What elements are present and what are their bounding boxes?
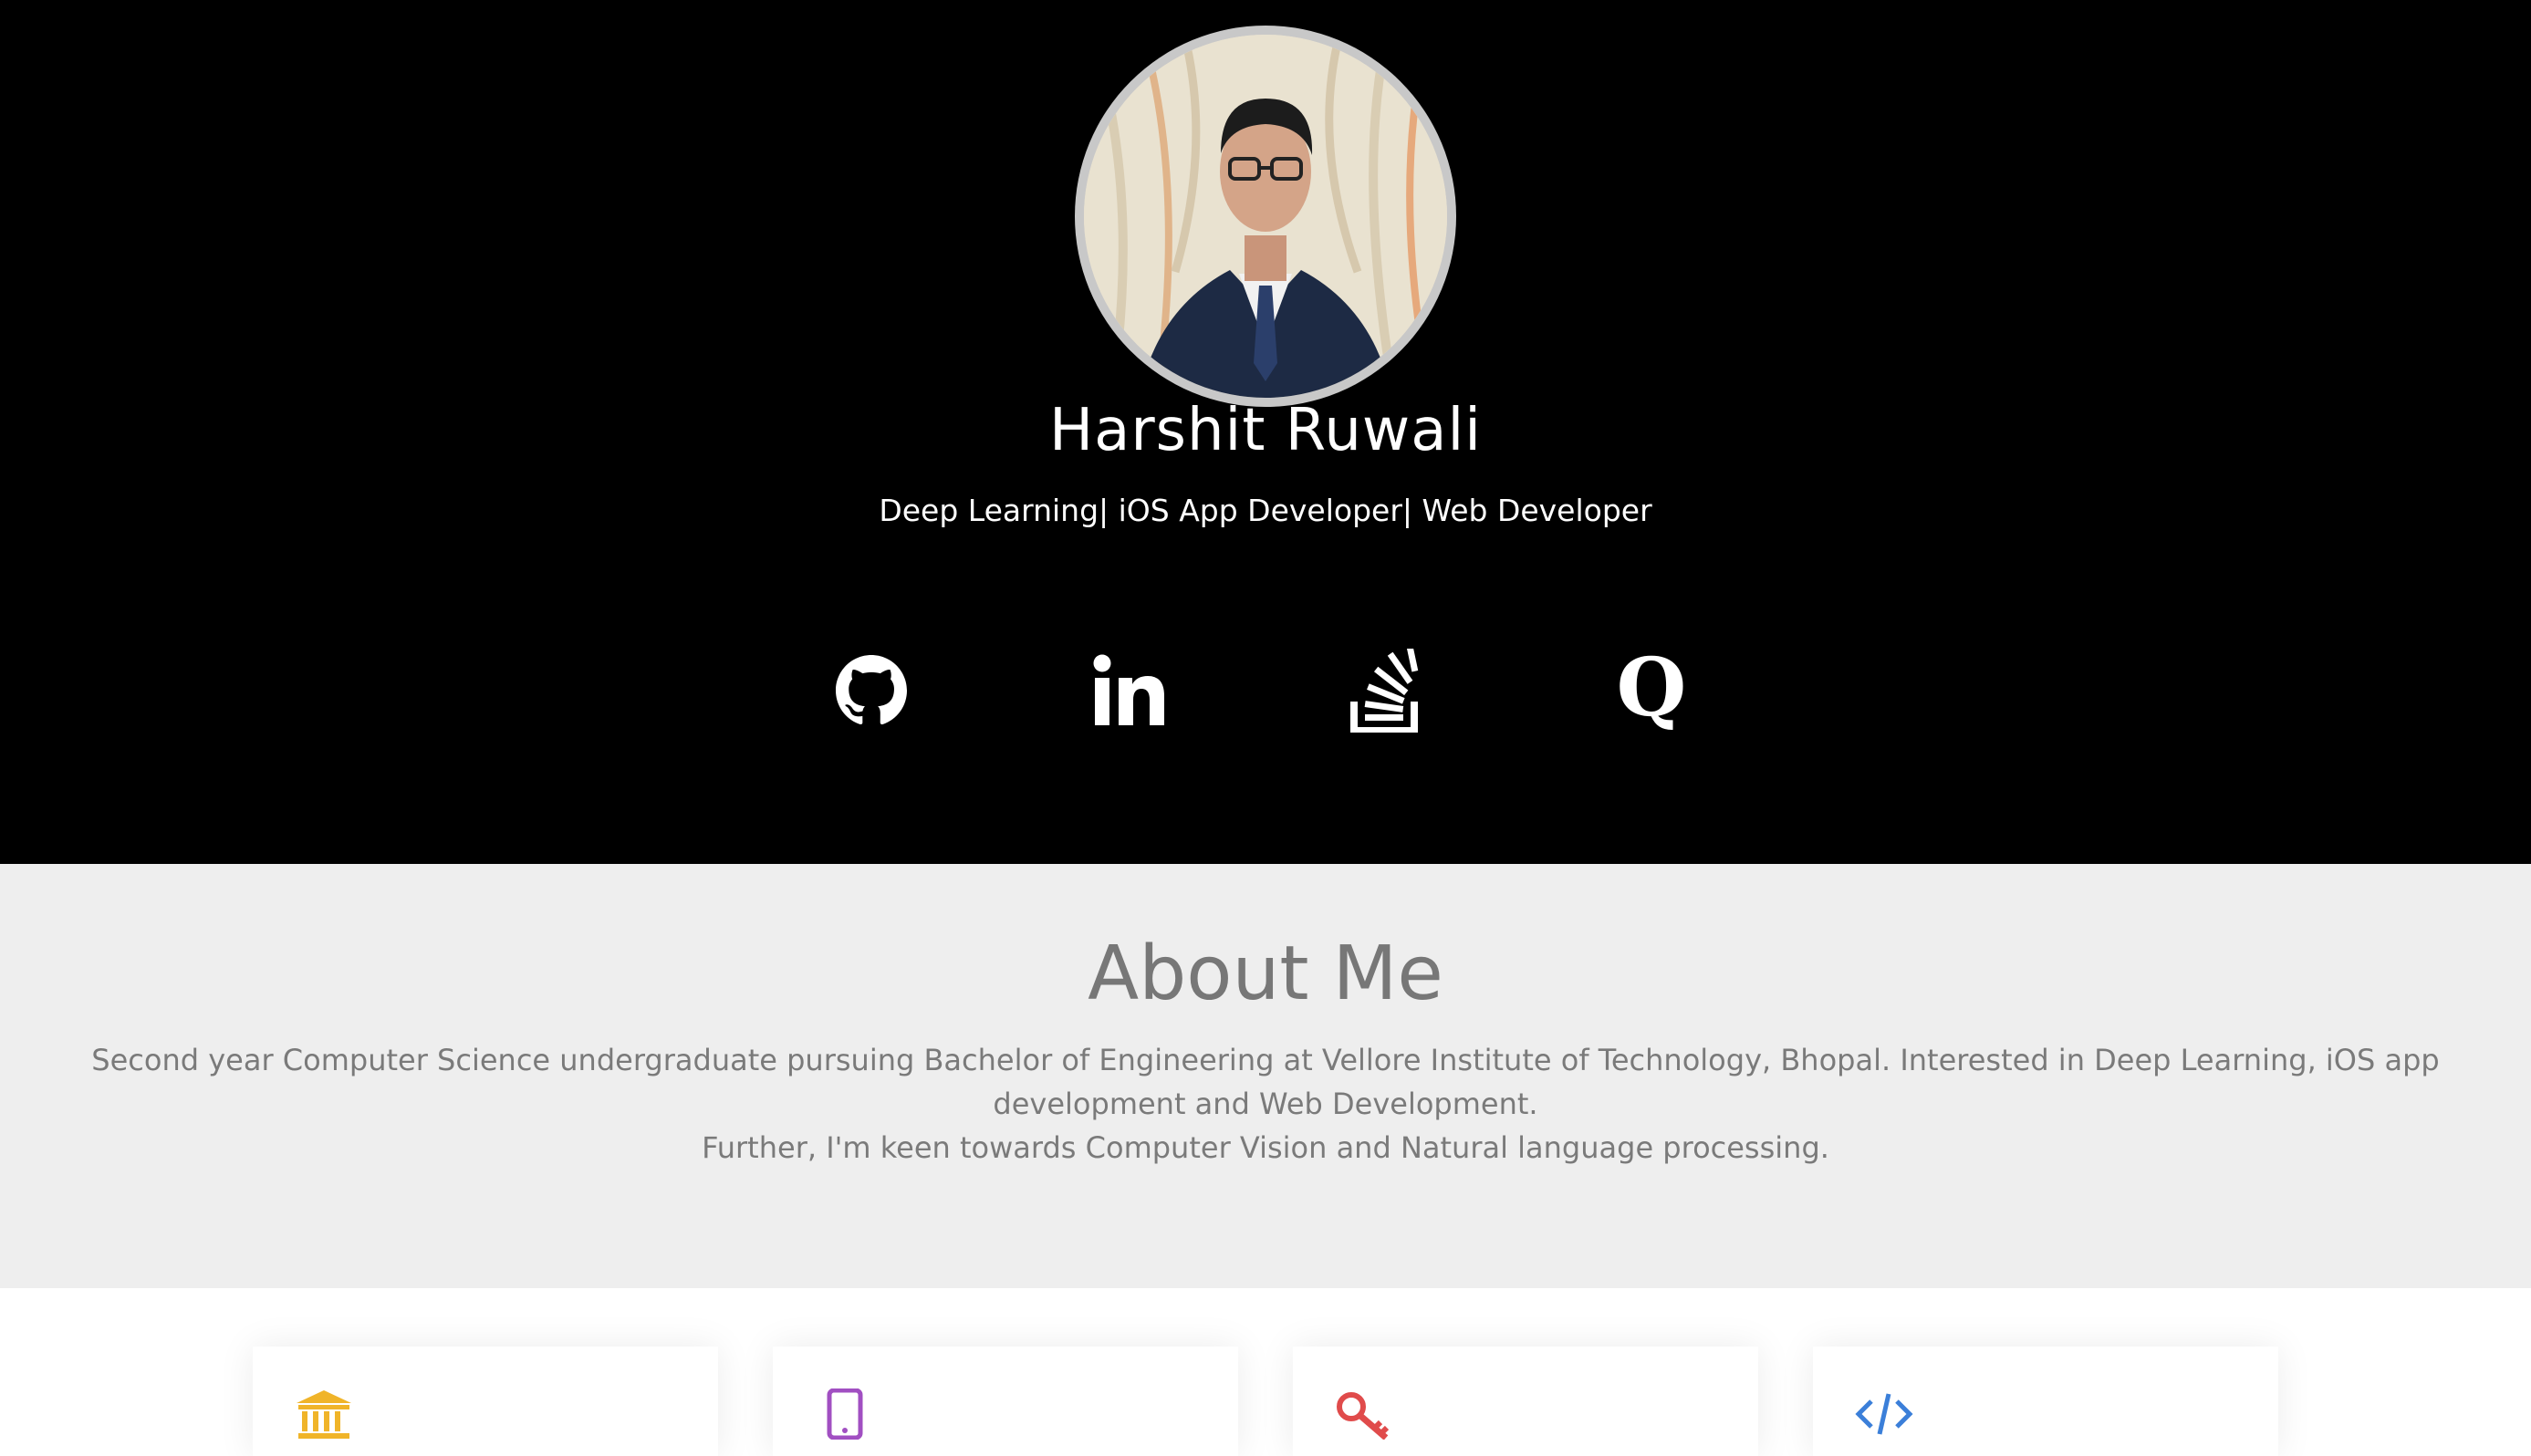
quora-icon: Q — [1617, 650, 1687, 732]
profile-photo — [1084, 35, 1447, 398]
github-icon — [836, 655, 907, 725]
about-text: Second year Computer Science undergradua… — [73, 1038, 2458, 1170]
university-icon — [297, 1390, 351, 1439]
key-icon — [1337, 1392, 1390, 1440]
about-title: About Me — [1088, 931, 1443, 1017]
quora-link[interactable]: Q — [1601, 640, 1702, 741]
profile-tagline: Deep Learning| iOS App Developer| Web De… — [879, 493, 1652, 528]
avatar — [1075, 26, 1456, 407]
skill-card-security — [1293, 1347, 1758, 1456]
about-paragraph: Second year Computer Science undergradua… — [91, 1043, 2440, 1121]
tablet-icon — [827, 1388, 863, 1440]
stackoverflow-icon — [1350, 649, 1419, 733]
linkedin-link[interactable] — [1079, 640, 1180, 741]
about-paragraph: Further, I'm keen towards Computer Visio… — [702, 1130, 1829, 1165]
skill-card-education — [253, 1347, 718, 1456]
code-icon — [1855, 1393, 1913, 1435]
stackoverflow-link[interactable] — [1337, 640, 1437, 741]
skill-card-ios — [773, 1347, 1238, 1456]
svg-text:Q: Q — [1617, 650, 1687, 732]
linkedin-icon — [1093, 654, 1164, 725]
profile-name: Harshit Ruwali — [1048, 397, 1483, 464]
skill-card-web — [1813, 1347, 2278, 1456]
github-link[interactable] — [821, 640, 922, 741]
